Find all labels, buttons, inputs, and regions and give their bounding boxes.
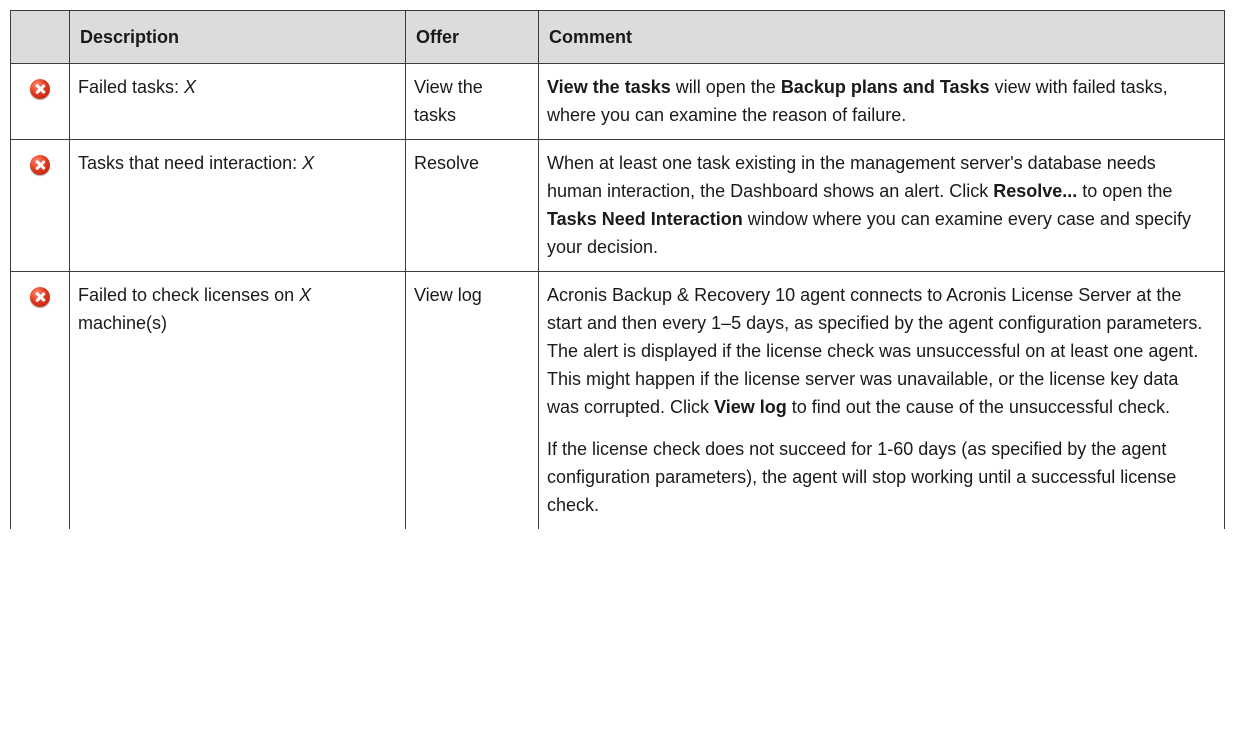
status-cell	[10, 139, 70, 272]
header-icon-column	[10, 10, 70, 64]
description-cell: Failed tasks: X	[69, 63, 406, 140]
description-cell: Failed to check licenses on X machine(s)	[69, 271, 406, 529]
alerts-table: Description Offer Comment Failed tasks: …	[10, 10, 1225, 529]
comment-cell: When at least one task existing in the m…	[538, 139, 1225, 272]
comment-text-second: If the license check does not succeed fo…	[547, 439, 1177, 515]
status-cell	[10, 63, 70, 140]
error-icon	[30, 79, 50, 99]
comment-text: Acronis Backup & Recovery 10 agent conne…	[547, 285, 1203, 417]
comment-text: View the tasks will open the Backup plan…	[547, 77, 1168, 125]
comment-cell: Acronis Backup & Recovery 10 agent conne…	[538, 271, 1225, 529]
description-cell: Tasks that need interaction: X	[69, 139, 406, 272]
error-icon	[30, 155, 50, 175]
table-row: Failed tasks: X View the tasks View the …	[10, 63, 1225, 140]
offer-cell: Resolve	[405, 139, 539, 272]
comment-cell: View the tasks will open the Backup plan…	[538, 63, 1225, 140]
header-description: Description	[69, 10, 406, 64]
comment-text: When at least one task existing in the m…	[547, 153, 1191, 257]
header-offer: Offer	[405, 10, 539, 64]
table-header-row: Description Offer Comment	[10, 10, 1225, 64]
header-comment: Comment	[538, 10, 1225, 64]
error-icon	[30, 287, 50, 307]
offer-cell: View log	[405, 271, 539, 529]
status-cell	[10, 271, 70, 529]
table-row: Failed to check licenses on X machine(s)…	[10, 271, 1225, 529]
table-row: Tasks that need interaction: X Resolve W…	[10, 139, 1225, 272]
offer-cell: View the tasks	[405, 63, 539, 140]
